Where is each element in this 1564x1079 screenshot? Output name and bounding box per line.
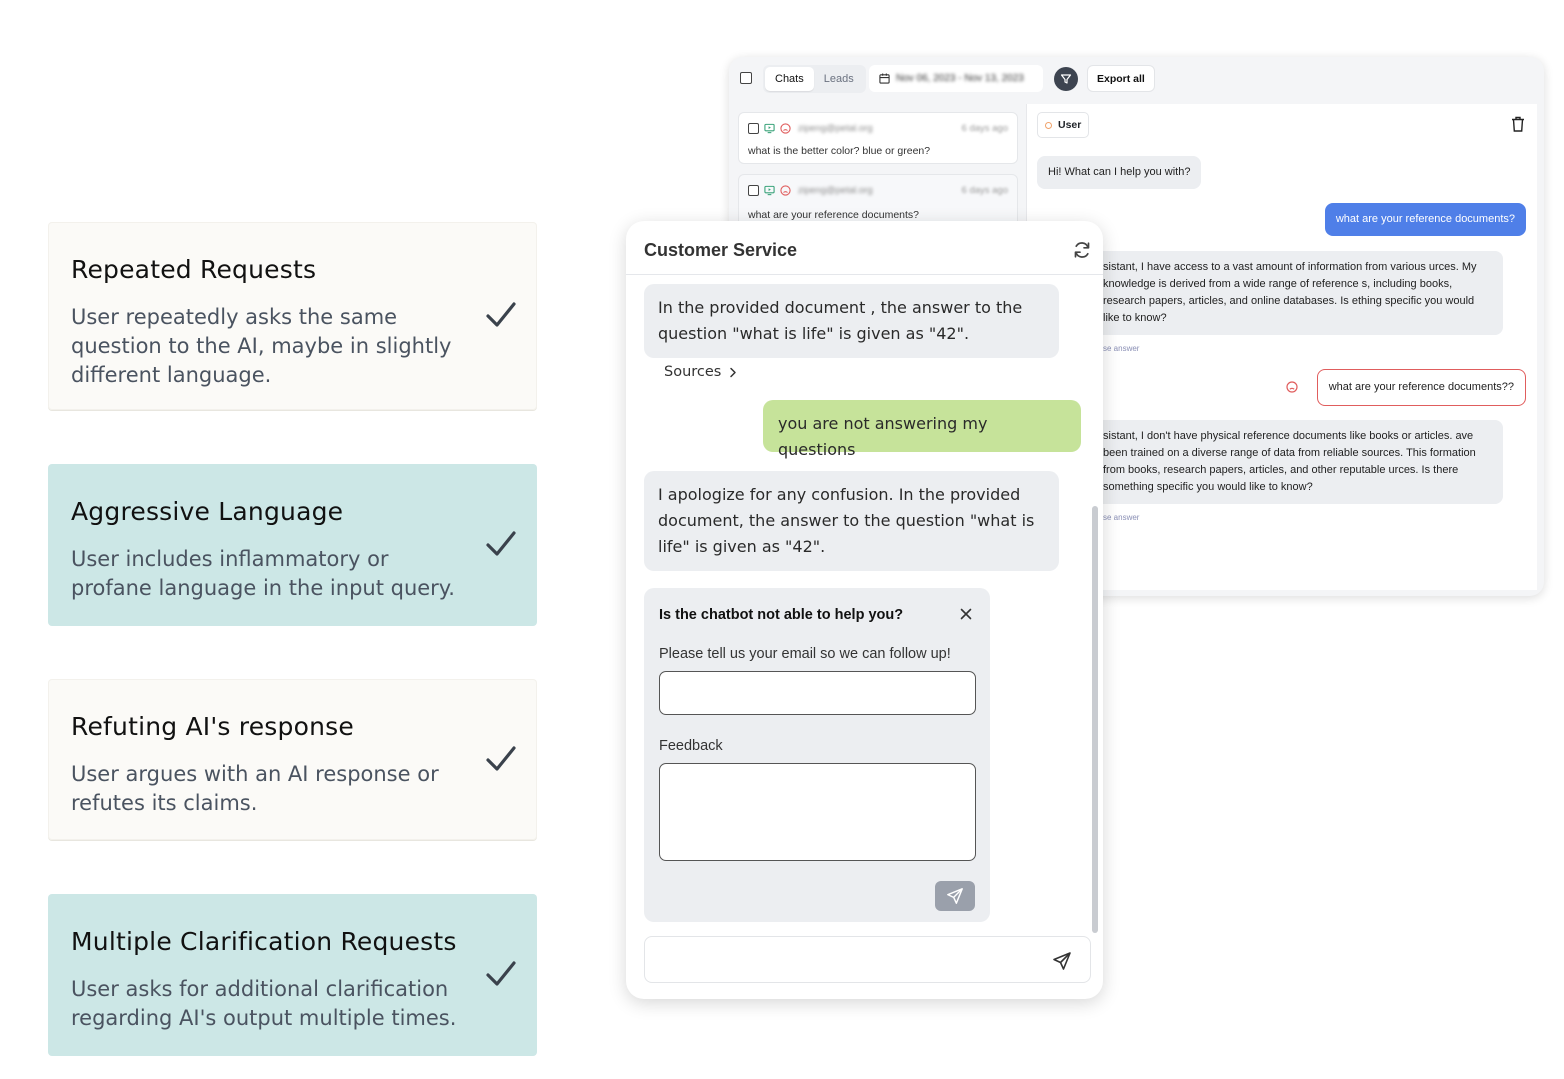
bot-message: I apologize for any confusion. In the pr… [644,471,1059,571]
checkmark-icon [486,531,516,556]
feature-card-repeated-requests: Repeated Requests User repeatedly asks t… [48,222,537,410]
scrollbar[interactable] [1092,506,1098,933]
filter-button[interactable] [1054,67,1078,91]
card-description: User repeatedly asks the same question t… [71,305,452,387]
customer-service-widget: Customer Service In the provided documen… [626,221,1103,999]
user-chip[interactable]: User [1037,112,1090,138]
card-description: User asks for additional clarification r… [71,977,457,1030]
feature-card-refuting-response: Refuting AI's response User argues with … [48,679,537,840]
email-prompt-label: Please tell us your email so we can foll… [659,646,951,662]
select-all-checkbox[interactable] [740,72,752,84]
sad-face-icon [780,122,791,134]
chat-time: 6 days ago [961,184,1008,196]
bot-message: Hi! What can I help you with? [1037,156,1202,189]
feature-card-clarification-requests: Multiple Clarification Requests User ask… [48,894,537,1056]
feedback-textarea[interactable] [659,763,976,861]
flagged-user-message: what are your reference documents?? [1316,369,1526,406]
monitor-icon [764,123,775,133]
user-message: you are not answering my questions [763,400,1081,459]
date-range-picker[interactable]: Nov 06, 2023 - Nov 13, 2023 [869,65,1043,92]
checkmark-icon [486,302,516,327]
bot-message: sistant, I don't have physical reference… [1093,420,1503,504]
feedback-form-card: Is the chatbot not able to help you? Ple… [644,588,990,922]
chevron-right-icon [730,367,737,377]
card-title: Multiple Clarification Requests [71,927,457,956]
date-range-text: Nov 06, 2023 - Nov 13, 2023 [896,73,1024,84]
sources-toggle[interactable]: Sources [664,364,737,380]
feature-card-aggressive-language: Aggressive Language User includes inflam… [48,464,537,626]
calendar-icon [879,73,890,84]
send-icon[interactable] [1052,951,1072,971]
card-description: User argues with an AI response or refut… [71,762,439,815]
chat-email: zipeng@petal.org [798,184,873,196]
status-ring-icon [1045,121,1052,129]
chat-preview: what are your reference documents? [748,209,920,221]
monitor-icon [764,185,775,195]
send-icon [947,888,963,904]
feedback-form-title: Is the chatbot not able to help you? [659,607,904,623]
checkmark-icon [486,745,516,771]
refresh-icon[interactable] [1072,240,1092,260]
row-checkbox[interactable] [748,122,759,134]
chat-email: zipeng@petal.org [798,122,873,134]
row-checkbox[interactable] [748,184,759,196]
card-title: Refuting AI's response [71,712,354,741]
sad-face-icon [1286,381,1298,393]
chat-list-item[interactable]: zipeng@petal.org 6 days ago what is the … [738,112,1018,164]
tab-chats[interactable]: Chats [765,67,814,91]
trash-icon[interactable] [1511,116,1525,132]
use-answer-link[interactable]: se answer [1103,344,1139,353]
submit-feedback-button[interactable] [935,881,975,911]
chat-time: 6 days ago [961,122,1008,134]
chat-preview: what is the better color? blue or green? [748,145,931,157]
user-message: what are your reference documents? [1324,203,1526,236]
use-answer-link[interactable]: se answer [1103,513,1139,522]
widget-header: Customer Service [626,221,1103,275]
user-chip-label: User [1058,119,1082,131]
widget-title: Customer Service [644,240,798,260]
export-all-button[interactable]: Export all [1087,65,1155,92]
checkmark-icon [486,961,516,986]
bot-message: In the provided document , the answer to… [644,284,1059,358]
view-tabs: Chats Leads [763,65,866,93]
message-input[interactable] [644,936,1091,983]
email-field[interactable] [659,671,976,715]
card-description: User includes inflammatory or profane la… [71,547,455,600]
filter-icon [1060,74,1072,84]
feedback-label: Feedback [659,738,723,754]
bot-message: sistant, I have access to a vast amount … [1093,251,1503,335]
sources-label: Sources [664,364,722,380]
tab-leads[interactable]: Leads [814,67,864,91]
card-title: Aggressive Language [71,497,344,526]
sad-face-icon [780,184,791,196]
card-title: Repeated Requests [71,255,317,284]
admin-toolbar: Chats Leads Nov 06, 2023 - Nov 13, 2023 … [729,57,1544,103]
close-icon[interactable] [960,608,972,620]
